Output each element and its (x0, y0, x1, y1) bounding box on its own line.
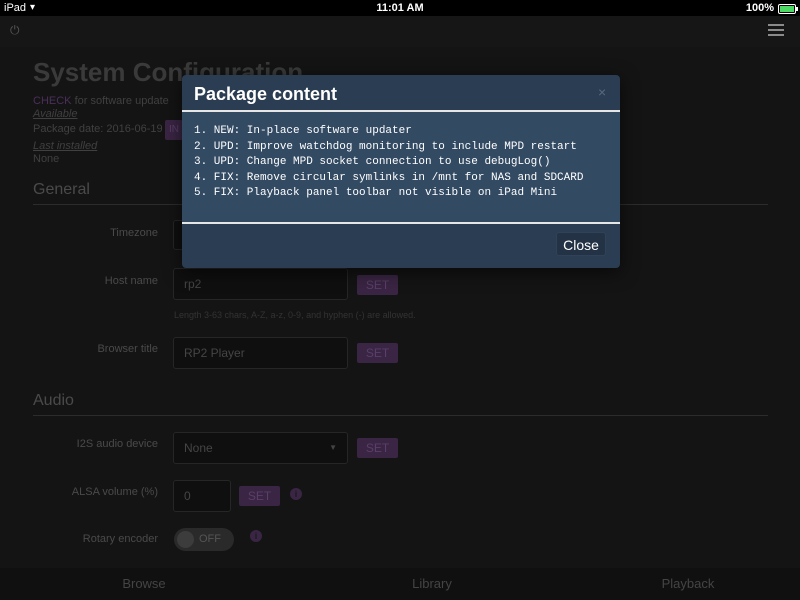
list-item: 4. FIX: Remove circular symlinks in /mnt… (194, 171, 584, 184)
section-audio: Audio (33, 392, 74, 409)
update-check-line: CHECK for software update (33, 95, 169, 107)
package-content-list: 1. NEW: In-place software updater 2. UPD… (194, 124, 583, 202)
browser-title-set-button[interactable]: SET (357, 343, 398, 363)
close-icon[interactable]: × (598, 84, 606, 100)
rotary-encoder-toggle[interactable]: OFF (174, 528, 234, 551)
modal-divider (182, 222, 620, 224)
status-bar: iPad ▾ 11:01 AM 100% (0, 0, 800, 16)
last-installed-value: None (33, 153, 60, 165)
list-item: 3. UPD: Change MPD socket connection to … (194, 156, 551, 169)
list-item: 2. UPD: Improve watchdog monitoring to i… (194, 140, 577, 153)
chevron-down-icon: ▼ (329, 443, 337, 452)
battery-percent: 100% (745, 2, 774, 14)
nav-library[interactable]: Library (382, 576, 482, 591)
i2s-device-value: None (184, 441, 213, 455)
hostname-label: Host name (104, 275, 158, 287)
bottom-nav: Browse Library Playback (0, 568, 800, 600)
list-item: 5. FIX: Playback panel toolbar not visib… (194, 187, 558, 200)
check-update-link[interactable]: CHECK (33, 95, 72, 107)
alsa-volume-set-button[interactable]: SET (239, 486, 280, 506)
battery-icon (778, 4, 798, 14)
nav-browse[interactable]: Browse (94, 576, 194, 591)
close-button[interactable]: Close (556, 232, 606, 256)
package-content-modal: Package content × 1. NEW: In-place softw… (182, 75, 620, 268)
list-item: 1. NEW: In-place software updater (194, 125, 412, 137)
install-button[interactable]: IN (165, 120, 183, 140)
hostname-help-text: Length 3-63 chars, A-Z, a-z, 0-9, and hy… (174, 310, 416, 320)
hostname-input[interactable]: rp2 (173, 268, 348, 300)
info-icon[interactable]: i (250, 530, 262, 542)
hamburger-menu-icon[interactable] (768, 24, 784, 38)
browser-title-label: Browser title (97, 343, 158, 355)
section-divider (33, 415, 768, 416)
timezone-label: Timezone (110, 227, 158, 239)
rotary-encoder-state: OFF (199, 533, 221, 545)
available-label: Available (33, 108, 78, 120)
app-top-bar (0, 16, 800, 47)
i2s-device-label: I2S audio device (76, 438, 158, 450)
package-date: Package date: 2016-06-19 (33, 123, 163, 135)
browser-title-input[interactable]: RP2 Player (173, 337, 348, 369)
i2s-set-button[interactable]: SET (357, 438, 398, 458)
check-update-text: for software update (74, 95, 169, 107)
alsa-volume-input[interactable]: 0 (173, 480, 231, 512)
nav-playback[interactable]: Playback (638, 576, 738, 591)
alsa-volume-label: ALSA volume (%) (71, 486, 158, 498)
last-installed-label: Last installed (33, 140, 98, 152)
hostname-set-button[interactable]: SET (357, 275, 398, 295)
info-icon[interactable]: i (290, 488, 302, 500)
clock: 11:01 AM (376, 2, 424, 14)
rotary-encoder-label: Rotary encoder (82, 533, 158, 545)
section-general: General (33, 181, 90, 198)
modal-title: Package content (194, 84, 338, 104)
power-icon[interactable]: ⏻ (10, 24, 22, 36)
toggle-knob (177, 531, 194, 548)
i2s-device-select[interactable]: None ▼ (173, 432, 348, 464)
